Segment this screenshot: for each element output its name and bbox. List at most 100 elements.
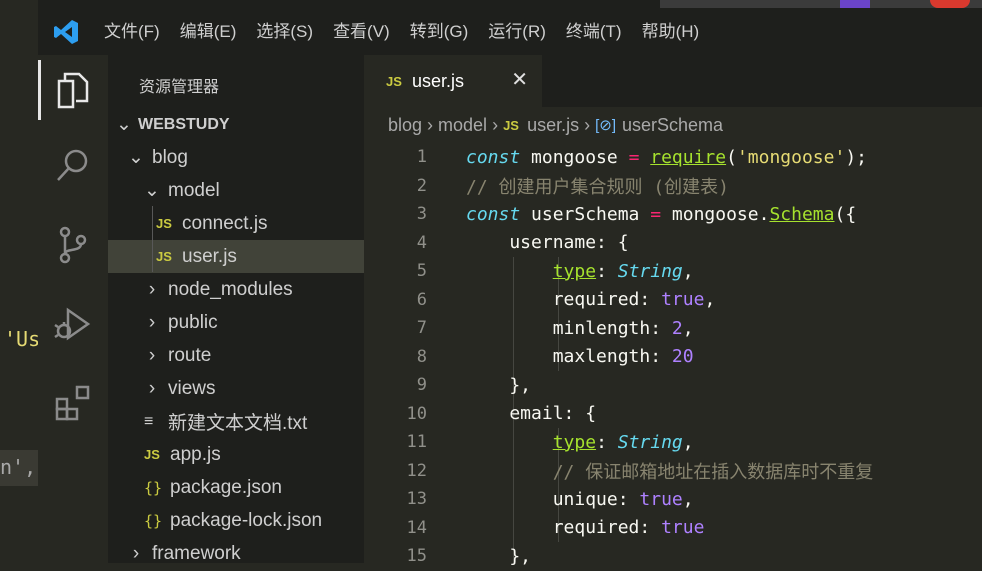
code-token: 'mongoose' [736, 146, 846, 168]
breadcrumb-item-symbol[interactable]: userSchema [622, 115, 723, 136]
tree-item-12[interactable]: › framework [108, 537, 364, 570]
tree-item-5[interactable]: › public [108, 306, 364, 339]
code-line[interactable]: 10 email: { [364, 400, 982, 429]
tab-user-js[interactable]: JS user.js ✕ [364, 55, 542, 107]
tree-item-11[interactable]: {} package-lock.json [108, 504, 364, 537]
code-token: = [628, 146, 640, 168]
code-token: }, [466, 374, 532, 396]
tree-item-label: package-lock.json [170, 509, 323, 531]
tree-item-10[interactable]: {} package.json [108, 471, 364, 504]
symbol-variable-icon: [⊘] [595, 117, 616, 134]
run-debug-icon[interactable] [38, 295, 108, 355]
code-line[interactable]: 7 minlength: 2, [364, 314, 982, 343]
menu-item-6[interactable]: 终端(T) [556, 8, 632, 55]
menu-item-0[interactable]: 文件(F) [94, 8, 170, 55]
tree-item-2[interactable]: JS connect.js [108, 207, 364, 240]
source-control-icon[interactable] [38, 215, 108, 275]
js-file-icon: JS [386, 73, 402, 89]
code-token: required: [466, 289, 662, 311]
tree-item-3[interactable]: JS user.js [108, 240, 364, 273]
code-token: mongoose. [661, 203, 770, 225]
menu-item-3[interactable]: 查看(V) [323, 8, 400, 55]
close-icon[interactable]: ✕ [511, 67, 528, 92]
tree-item-8[interactable]: ≡ 新建文本文档.txt [108, 405, 364, 438]
code-line[interactable]: 2 // 创建用户集合规则 (创建表) [364, 172, 982, 201]
code-text: unique: true, [466, 489, 694, 510]
chevron-down-icon: ⌄ [144, 180, 160, 201]
code-line[interactable]: 5 type: String, [364, 257, 982, 286]
explorer-sidebar: 资源管理器 ⌄ WEBSTUDY ⌄ blog ⌄ model JS connect.js… [108, 55, 364, 564]
line-number: 12 [406, 460, 427, 481]
code-line[interactable]: 15 }, [364, 542, 982, 571]
code-token: userSchema [520, 203, 651, 225]
menu-item-5[interactable]: 运行(R) [478, 8, 556, 55]
line-number: 10 [406, 403, 427, 424]
line-number: 9 [416, 375, 427, 396]
code-text: maxlength: 20 [466, 346, 694, 367]
line-number: 7 [416, 318, 427, 339]
background-code-snippet-2: n', [0, 455, 37, 479]
menu-item-1[interactable]: 编辑(E) [170, 8, 247, 55]
code-token: const [466, 203, 521, 225]
code-text: required: true, [466, 289, 716, 311]
code-text: type: String, [466, 432, 694, 453]
tree-item-4[interactable]: › node_modules [108, 273, 364, 306]
code-line[interactable]: 12 // 保证邮箱地址在插入数据库时不重复 [364, 457, 982, 486]
code-token: true [661, 517, 705, 539]
code-token: required: [466, 517, 662, 539]
tree-item-0[interactable]: ⌄ blog [108, 141, 364, 174]
tree-item-label: package.json [170, 476, 282, 498]
code-text: email: { [466, 403, 596, 424]
code-token: require [650, 146, 727, 168]
js-file-icon: JS [144, 447, 160, 462]
code-token: , [682, 317, 694, 339]
code-token: username: { [466, 232, 629, 254]
tree-item-label: 新建文本文档.txt [168, 413, 308, 434]
code-line[interactable]: 14 required: true [364, 514, 982, 543]
indent-guide [152, 206, 153, 272]
code-line[interactable]: 8 maxlength: 20 [364, 343, 982, 372]
code-line[interactable]: 3 const userSchema = mongoose.Schema({ [364, 200, 982, 229]
code-line[interactable]: 13 unique: true, [364, 485, 982, 514]
breadcrumb-item-blog[interactable]: blog [388, 115, 422, 136]
code-token: ({ [834, 203, 857, 225]
line-number: 1 [416, 147, 427, 168]
tree-item-label: route [168, 344, 212, 366]
menu-item-4[interactable]: 转到(G) [400, 8, 479, 55]
code-editor[interactable]: 1 const mongoose = require('mongoose'); 2 /… [364, 143, 982, 567]
code-text: required: true [466, 517, 705, 539]
code-token: mongoose [520, 146, 629, 168]
breadcrumb-item-file[interactable]: user.js [527, 115, 579, 136]
search-icon[interactable] [38, 135, 108, 195]
line-number: 14 [406, 517, 427, 538]
code-line[interactable]: 1 const mongoose = require('mongoose'); [364, 143, 982, 172]
tree-item-1[interactable]: ⌄ model [108, 174, 364, 207]
code-line[interactable]: 4 username: { [364, 229, 982, 258]
code-line[interactable]: 6 required: true, [364, 286, 982, 315]
tree-item-label: user.js [182, 245, 237, 267]
tree-item-9[interactable]: JS app.js [108, 438, 364, 471]
code-line[interactable]: 11 type: String, [364, 428, 982, 457]
menu-item-7[interactable]: 帮助(H) [632, 8, 710, 55]
chevron-right-icon: › [148, 278, 156, 300]
breadcrumb-item-model[interactable]: model [438, 115, 487, 136]
js-file-icon: JS [156, 249, 172, 264]
workspace-header[interactable]: ⌄ WEBSTUDY [108, 108, 364, 141]
tree-item-7[interactable]: › views [108, 372, 364, 405]
code-text: }, [466, 375, 531, 396]
explorer-icon[interactable] [38, 60, 108, 120]
menu-item-2[interactable]: 选择(S) [246, 8, 323, 55]
tree-item-6[interactable]: › route [108, 339, 364, 372]
title-bar: 文件(F) 编辑(E) 选择(S) 查看(V) 转到(G) 运行(R) 终端(T) 帮助(H) [38, 8, 982, 55]
code-token: true [639, 488, 683, 510]
tab-label: user.js [412, 70, 465, 91]
chevron-right-icon: › [148, 377, 156, 399]
code-token: , [682, 260, 694, 282]
code-token: = [650, 203, 662, 225]
code-line[interactable]: 9 }, [364, 371, 982, 400]
code-token: type [552, 431, 597, 453]
line-number: 13 [406, 489, 427, 510]
extensions-icon[interactable] [38, 373, 108, 433]
